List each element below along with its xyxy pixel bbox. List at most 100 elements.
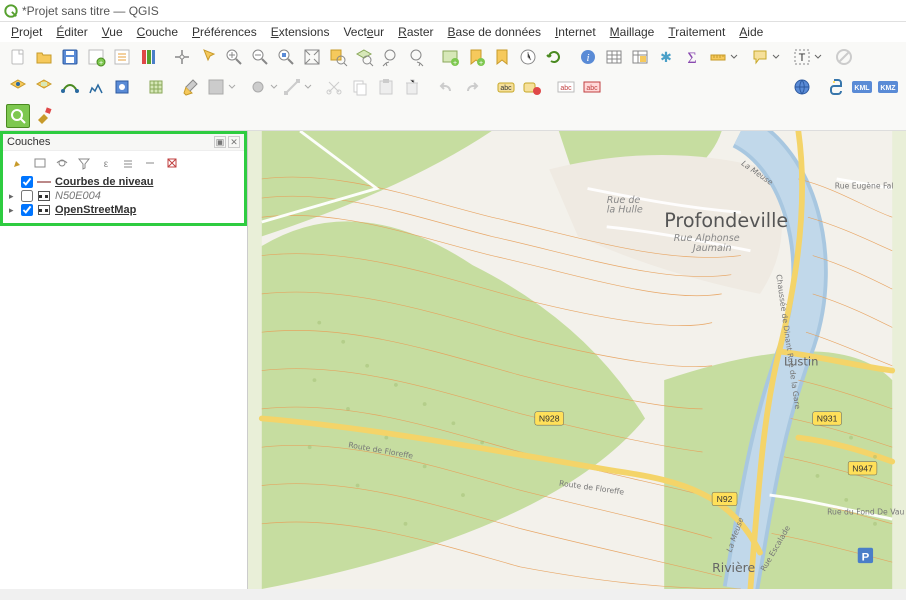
pan-icon[interactable]: [170, 45, 194, 69]
filter-legend-icon[interactable]: [75, 154, 93, 172]
zoom-in-icon[interactable]: [222, 45, 246, 69]
svg-text:ε: ε: [104, 159, 109, 170]
kml-export-icon[interactable]: KML: [850, 75, 874, 99]
refresh-icon[interactable]: [542, 45, 566, 69]
layer-row-osm[interactable]: ▸ OpenStreetMap: [7, 203, 240, 217]
new-project-icon[interactable]: [6, 45, 30, 69]
show-bookmarks-icon[interactable]: [490, 45, 514, 69]
open-attribute-table-icon[interactable]: [602, 45, 626, 69]
processing-toolbox-icon[interactable]: [32, 104, 56, 128]
svg-text:KMZ: KMZ: [880, 85, 896, 92]
layer-visibility-checkbox[interactable]: [21, 176, 33, 188]
zoom-out-icon[interactable]: [248, 45, 272, 69]
measure-dropdown[interactable]: [706, 45, 738, 69]
quick-osm-icon[interactable]: [6, 104, 30, 128]
menu-raster[interactable]: Raster: [391, 23, 440, 41]
layout-manager-icon[interactable]: [110, 45, 134, 69]
menu-couche[interactable]: Couche: [130, 23, 185, 41]
toggle-editing-icon[interactable]: [178, 75, 202, 99]
menu-aide[interactable]: Aide: [732, 23, 770, 41]
menu-projet[interactable]: Projet: [4, 23, 49, 41]
layer-line-swatch-icon: [37, 177, 51, 187]
collapse-all-icon[interactable]: [141, 154, 159, 172]
style-manager-icon[interactable]: [136, 45, 160, 69]
add-feature-dropdown[interactable]: [246, 75, 278, 99]
python-console-icon[interactable]: [824, 75, 848, 99]
globe-icon[interactable]: [790, 75, 814, 99]
panel-close-icon[interactable]: ✕: [228, 136, 240, 148]
copy-features-icon[interactable]: [348, 75, 372, 99]
expand-toggle-icon[interactable]: ▸: [9, 205, 17, 216]
expand-toggle-icon[interactable]: ▸: [9, 191, 17, 202]
menu-preferences[interactable]: Préférences: [185, 23, 264, 41]
menu-vue[interactable]: Vue: [95, 23, 130, 41]
add-gps-layer-icon[interactable]: [110, 75, 134, 99]
add-delimited-text-icon[interactable]: [84, 75, 108, 99]
new-print-layout-icon[interactable]: +: [84, 45, 108, 69]
pan-selection-icon[interactable]: [196, 45, 220, 69]
zoom-full-icon[interactable]: [300, 45, 324, 69]
zoom-next-icon[interactable]: [404, 45, 428, 69]
menu-bdd[interactable]: Base de données: [441, 23, 548, 41]
zoom-native-icon[interactable]: [274, 45, 298, 69]
menu-maillage[interactable]: Maillage: [603, 23, 662, 41]
menu-traitement[interactable]: Traitement: [661, 23, 732, 41]
identify-icon[interactable]: i: [576, 45, 600, 69]
menu-vecteur[interactable]: Vecteur: [336, 23, 391, 41]
svg-text:i: i: [586, 52, 589, 64]
temporal-controller-icon[interactable]: [516, 45, 540, 69]
abc-box-icon[interactable]: abc: [554, 75, 578, 99]
vertex-tool-dropdown[interactable]: [280, 75, 312, 99]
paste-features-icon[interactable]: [374, 75, 398, 99]
new-bookmark-icon[interactable]: +: [464, 45, 488, 69]
new-vector-layer-icon[interactable]: [58, 75, 82, 99]
abc-labeling-icon[interactable]: abc: [494, 75, 518, 99]
add-feature-icon: [246, 75, 270, 99]
undo-icon[interactable]: [434, 75, 458, 99]
new-map-view-icon[interactable]: +: [438, 45, 462, 69]
manage-visibility-icon[interactable]: [53, 154, 71, 172]
redo-icon[interactable]: [460, 75, 484, 99]
layers-panel-header: Couches ▣ ✕: [3, 134, 244, 151]
menu-internet[interactable]: Internet: [548, 23, 603, 41]
add-vector-layer-icon[interactable]: [6, 75, 30, 99]
layer-row-courbes[interactable]: Courbes de niveau: [7, 175, 240, 189]
shield-n92: N92: [712, 492, 737, 505]
annotation-text-dropdown[interactable]: T: [790, 45, 822, 69]
layers-panel-toolbar: ε: [3, 151, 244, 175]
add-spatialite-layer-icon[interactable]: [144, 75, 168, 99]
zoom-layer-icon[interactable]: [352, 45, 376, 69]
add-raster-layer-icon[interactable]: [32, 75, 56, 99]
filter-expression-icon[interactable]: ε: [97, 154, 115, 172]
layer-tree: Courbes de niveau ▸ N50E004 ▸ OpenStreet…: [3, 175, 244, 223]
chevron-down-icon: [304, 83, 312, 91]
labeling-options-icon[interactable]: [520, 75, 544, 99]
layer-row-n50e004[interactable]: ▸ N50E004: [7, 189, 240, 203]
layer-style-icon[interactable]: [9, 154, 27, 172]
save-edits-dropdown[interactable]: [204, 75, 236, 99]
statistics-icon[interactable]: ✱: [654, 45, 678, 69]
zoom-selection-icon[interactable]: [326, 45, 350, 69]
remove-layer-icon[interactable]: [163, 154, 181, 172]
svg-text:N92: N92: [717, 494, 733, 504]
expand-all-icon[interactable]: [119, 154, 137, 172]
save-project-icon[interactable]: [58, 45, 82, 69]
layer-visibility-checkbox[interactable]: [21, 190, 33, 202]
field-calculator-icon[interactable]: [628, 45, 652, 69]
menu-extensions[interactable]: Extensions: [264, 23, 337, 41]
map-canvas[interactable]: Profondeville Lustin Rivière Rue dela Hu…: [248, 131, 906, 589]
abc-diag-icon[interactable]: abc: [580, 75, 604, 99]
kmz-export-icon[interactable]: KMZ: [876, 75, 900, 99]
panel-undock-icon[interactable]: ▣: [214, 136, 226, 148]
layer-visibility-checkbox[interactable]: [21, 204, 33, 216]
cut-features-icon[interactable]: [322, 75, 346, 99]
street-eugene: Rue Eugène Fal: [835, 181, 894, 190]
maptips-dropdown[interactable]: [748, 45, 780, 69]
no-action-icon[interactable]: [832, 45, 856, 69]
delete-selected-icon[interactable]: [400, 75, 424, 99]
menu-editer[interactable]: Éditer: [49, 23, 94, 41]
zoom-last-icon[interactable]: [378, 45, 402, 69]
sigma-icon[interactable]: Σ: [680, 45, 704, 69]
add-group-icon[interactable]: [31, 154, 49, 172]
open-project-icon[interactable]: [32, 45, 56, 69]
